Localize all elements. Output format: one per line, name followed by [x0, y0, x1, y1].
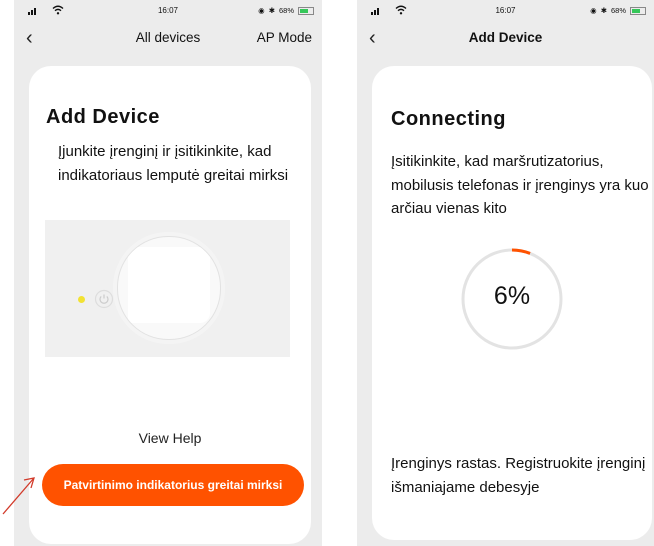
proximity-tip: Įsitikinkite, kad maršrutizatorius, mobi…: [391, 153, 649, 217]
battery-percent: 68%: [278, 6, 294, 15]
connecting-card: Connecting Įsitikinkite, kad maršrutizat…: [372, 66, 652, 540]
registration-status: Įrenginys rastas. Registruokite įrenginį…: [391, 455, 646, 496]
page-title: Connecting: [391, 108, 506, 130]
nav-bar: ‹ All devices AP Mode: [14, 22, 322, 56]
device-circle-icon: [117, 236, 221, 340]
progress-percent: 6%: [493, 282, 531, 310]
add-device-card: Add Device Įjunkite įrenginį ir įsitikin…: [29, 66, 311, 544]
pointer-arrow-icon: [2, 477, 35, 515]
device-illustration: [45, 220, 290, 357]
alarm-icon: ◉: [590, 6, 597, 15]
bluetooth-icon: ✱: [600, 6, 607, 15]
page-title: Add Device: [46, 106, 160, 128]
view-help-link[interactable]: View Help: [29, 430, 311, 446]
connecting-screen: 16:07 ◉ ✱ 68% ‹ Add Device Connecting Įs…: [357, 0, 654, 546]
power-icon: [94, 289, 114, 309]
battery-icon: [298, 6, 314, 15]
confirm-blinking-button[interactable]: Patvirtinimo indikatorius greitai mirksi: [42, 464, 304, 506]
led-icon: [78, 296, 85, 303]
battery-percent: 68%: [610, 6, 626, 15]
status-bar: 16:07 ◉ ✱ 68%: [357, 0, 654, 22]
status-bar: 16:07 ◉ ✱ 68%: [14, 0, 322, 22]
battery-icon: [630, 6, 646, 15]
nav-bar: ‹ Add Device: [357, 22, 654, 56]
ap-mode-button[interactable]: AP Mode: [257, 30, 312, 45]
bluetooth-icon: ✱: [268, 6, 275, 15]
add-device-screen: 16:07 ◉ ✱ 68% ‹ All devices AP Mode Add …: [14, 0, 322, 546]
nav-title: Add Device: [468, 30, 543, 45]
instruction-text: Įjunkite įrenginį ir įsitikinkite, kad i…: [58, 143, 289, 184]
alarm-icon: ◉: [258, 6, 265, 15]
